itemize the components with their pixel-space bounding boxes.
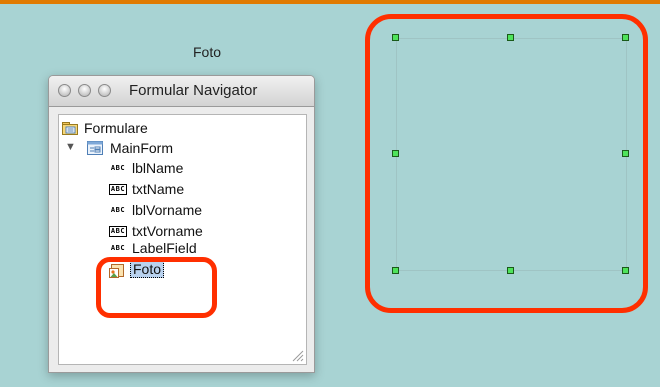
tree-item-label: MainForm bbox=[110, 140, 174, 156]
tree-item-labelfield[interactable]: ABC LabelField bbox=[109, 239, 259, 259]
resize-handle-bottom-center[interactable] bbox=[507, 267, 514, 274]
form-navigator-window: Formular Navigator Formulare ▼ MainForm … bbox=[48, 75, 315, 373]
tree-item-label: lblName bbox=[132, 160, 184, 176]
disclosure-triangle-icon[interactable]: ▼ bbox=[65, 141, 76, 153]
resize-handle-top-left[interactable] bbox=[392, 34, 399, 41]
resize-handle-middle-right[interactable] bbox=[622, 150, 629, 157]
image-control-caption: Foto bbox=[193, 44, 222, 60]
window-titlebar[interactable]: Formular Navigator bbox=[49, 76, 314, 107]
resize-grip-icon[interactable] bbox=[290, 348, 304, 362]
text-box-icon: ABC bbox=[109, 226, 127, 237]
tree-item-label: lblVorname bbox=[132, 202, 203, 218]
tree-item-formulare[interactable]: Formulare bbox=[62, 119, 262, 139]
tree-item-label: txtName bbox=[132, 181, 185, 197]
zoom-window-button[interactable] bbox=[98, 84, 111, 97]
image-control-selection[interactable] bbox=[396, 38, 627, 271]
form-icon bbox=[87, 141, 103, 155]
window-title: Formular Navigator bbox=[129, 82, 258, 99]
tree-item-label: LabelField bbox=[132, 240, 197, 256]
form-tree[interactable]: Formulare ▼ MainForm ABC lblName ABC txt… bbox=[58, 114, 307, 365]
resize-handle-middle-left[interactable] bbox=[392, 150, 399, 157]
tree-item-lblvorname[interactable]: ABC lblVorname bbox=[109, 201, 259, 221]
forms-folder-icon bbox=[62, 122, 78, 135]
tree-item-mainform[interactable]: ▼ MainForm bbox=[62, 139, 262, 159]
resize-handle-bottom-left[interactable] bbox=[392, 267, 399, 274]
tree-item-lblname[interactable]: ABC lblName bbox=[109, 159, 259, 179]
highlight-frame-foto-item bbox=[96, 257, 217, 318]
tree-item-label: txtVorname bbox=[132, 223, 203, 239]
top-accent-bar bbox=[0, 0, 660, 4]
label-field-icon: ABC bbox=[110, 244, 126, 252]
resize-handle-top-right[interactable] bbox=[622, 34, 629, 41]
tree-item-label: Formulare bbox=[84, 120, 148, 136]
close-window-button[interactable] bbox=[58, 84, 71, 97]
minimize-window-button[interactable] bbox=[78, 84, 91, 97]
text-box-icon: ABC bbox=[109, 184, 127, 195]
label-field-icon: ABC bbox=[110, 164, 126, 172]
label-field-icon: ABC bbox=[110, 206, 126, 214]
resize-handle-bottom-right[interactable] bbox=[622, 267, 629, 274]
tree-item-txtname[interactable]: ABC txtName bbox=[109, 180, 259, 200]
resize-handle-top-center[interactable] bbox=[507, 34, 514, 41]
